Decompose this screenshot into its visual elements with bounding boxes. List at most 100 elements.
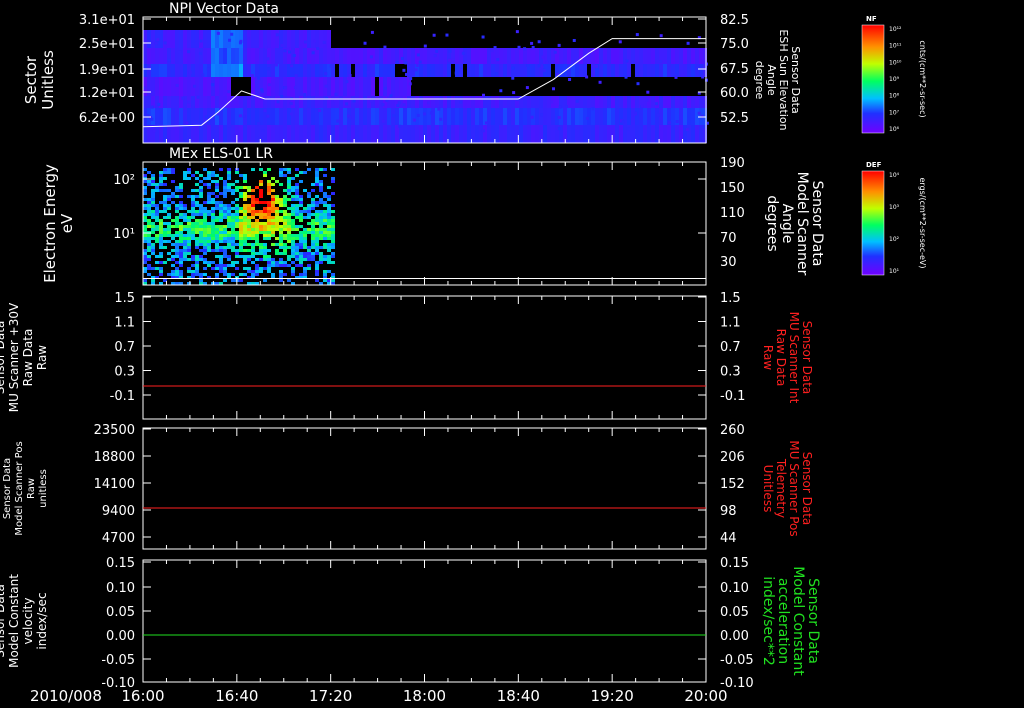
heatmap-cell	[291, 234, 295, 237]
heatmap-cell	[191, 207, 195, 210]
heatmap-cell	[151, 192, 155, 195]
heatmap-cell	[563, 108, 567, 125]
heatmap-cell	[511, 125, 515, 143]
heatmap-cell	[179, 231, 183, 234]
heatmap-cell	[199, 219, 203, 222]
heatmap-cell	[175, 108, 179, 125]
heatmap-cell	[299, 108, 303, 125]
heatmap-cell	[163, 48, 167, 64]
heatmap-cell	[203, 210, 207, 213]
heatmap-cell	[319, 222, 323, 225]
heatmap-cell	[259, 64, 263, 77]
heatmap-cell	[219, 204, 223, 207]
heatmap-cell	[291, 207, 295, 210]
heatmap-cell	[259, 168, 263, 171]
heatmap-cell	[274, 63, 278, 67]
heatmap-cell	[191, 48, 195, 64]
heatmap-cell	[199, 180, 203, 183]
heatmap-cell	[215, 243, 219, 246]
heatmap-cell	[619, 96, 623, 108]
heatmap-cell	[259, 48, 263, 64]
heatmap-cell	[143, 204, 147, 207]
y-axis-label: Sensor Data	[0, 584, 7, 658]
colorbar-tick: 10³	[889, 204, 900, 211]
heatmap-cell	[243, 222, 247, 225]
heatmap-cell	[143, 267, 147, 270]
heatmap-cell	[167, 213, 171, 216]
heatmap-cell	[251, 243, 255, 246]
heatmap-cell	[203, 261, 207, 264]
heatmap-cell	[199, 273, 203, 276]
heatmap-cell	[631, 96, 635, 108]
heatmap-cell	[499, 64, 503, 77]
heatmap-cell	[239, 174, 243, 177]
heatmap-cell	[211, 198, 215, 201]
heatmap-cell	[171, 96, 175, 108]
y-axis-label-right: Sensor Data	[805, 578, 821, 664]
heatmap-cell	[319, 125, 323, 143]
heatmap-cell	[235, 237, 239, 240]
heatmap-cell	[207, 30, 211, 48]
heatmap-cell	[540, 113, 544, 117]
heatmap-cell	[599, 125, 603, 143]
heatmap-cell	[639, 64, 643, 77]
heatmap-cell	[551, 48, 555, 64]
heatmap-cell	[291, 270, 295, 273]
heatmap-cell	[291, 177, 295, 180]
heatmap-cell	[247, 270, 251, 273]
heatmap-cell	[207, 171, 211, 174]
heatmap-cell	[291, 273, 295, 276]
heatmap-cell	[259, 183, 263, 186]
heatmap-cell	[535, 108, 539, 125]
heatmap-cell	[163, 216, 167, 219]
heatmap-cell	[490, 49, 494, 53]
heatmap-cell	[219, 96, 223, 108]
heatmap-cell	[359, 108, 363, 125]
heatmap-cell	[195, 210, 199, 213]
heatmap-cell	[167, 108, 171, 125]
heatmap-cell	[283, 222, 287, 225]
heatmap-cell	[207, 261, 211, 264]
heatmap-cell	[227, 231, 231, 234]
heatmap-cell	[195, 189, 199, 192]
heatmap-cell	[187, 168, 191, 171]
heatmap-cell	[303, 231, 307, 234]
heatmap-cell	[255, 48, 259, 64]
heatmap-cell	[303, 255, 307, 258]
heatmap-cell	[311, 237, 315, 240]
heatmap-cell	[199, 192, 203, 195]
heatmap-cell	[287, 207, 291, 210]
heatmap-cell	[155, 186, 159, 189]
heatmap-cell	[239, 240, 243, 243]
heatmap-cell	[523, 48, 527, 64]
heatmap-cell	[407, 48, 411, 64]
heatmap-cell	[239, 210, 243, 213]
heatmap-cell	[183, 64, 187, 77]
heatmap-cell	[143, 180, 147, 183]
heatmap-cell	[267, 267, 271, 270]
heatmap-cell	[319, 180, 323, 183]
heatmap-cell	[568, 77, 572, 81]
heatmap-cell	[231, 30, 235, 48]
heatmap-cell	[623, 64, 627, 77]
heatmap-cell	[155, 48, 159, 64]
heatmap-cell	[315, 30, 319, 48]
heatmap-cell	[159, 231, 163, 234]
heatmap-cell	[691, 64, 695, 77]
heatmap-cell	[203, 207, 207, 210]
chart-canvas: 3.1e+012.5e+011.9e+011.2e+016.2e+0082.57…	[0, 1, 927, 705]
heatmap-cell	[351, 77, 355, 96]
heatmap-cell	[435, 64, 439, 77]
heatmap-cell	[243, 225, 247, 228]
heatmap-cell	[327, 108, 331, 125]
heatmap-cell	[179, 216, 183, 219]
heatmap-cell	[255, 186, 259, 189]
heatmap-cell	[215, 240, 219, 243]
x-tick-label: 18:00	[403, 687, 446, 705]
heatmap-cell	[307, 249, 311, 252]
heatmap-cell	[279, 279, 283, 282]
y-tick-label-right: 150	[720, 181, 745, 196]
heatmap-cell	[175, 64, 179, 77]
heatmap-cell	[267, 64, 271, 77]
heatmap-cell	[223, 210, 227, 213]
